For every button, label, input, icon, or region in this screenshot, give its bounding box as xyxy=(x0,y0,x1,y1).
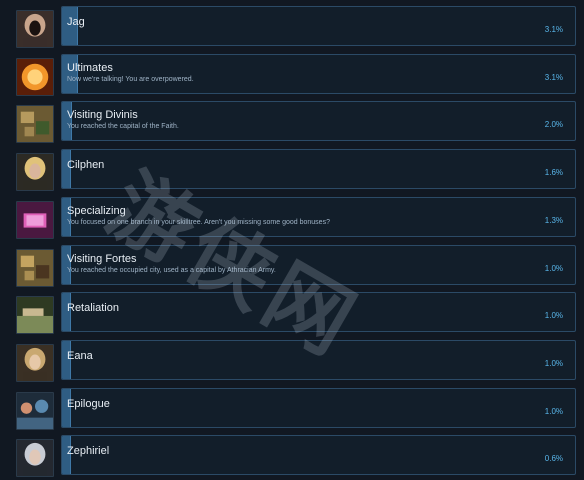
portrait-long-hair-icon xyxy=(16,343,54,382)
unlock-percent: 3.1% xyxy=(544,25,563,34)
achievement-row[interactable]: Visiting Fortes You reached the occupied … xyxy=(0,244,584,289)
achievement-title: Visiting Divinis xyxy=(67,109,138,122)
unlock-percent: 1.3% xyxy=(544,215,563,225)
fire-orb-icon xyxy=(16,57,54,96)
achievement-row[interactable]: Ultimates Now we're talking! You are over… xyxy=(0,53,584,98)
portrait-silver-hair-icon xyxy=(16,439,54,478)
achievement-panel: Cilphen 1.6% xyxy=(61,149,576,190)
achievement-description: You reached the capital of the Faith. xyxy=(67,123,179,131)
achievement-title: Cilphen xyxy=(67,159,105,172)
achievement-list: Jag 3.1% Ultimates Now we're talking! You … xyxy=(0,0,584,480)
group-portrait-icon xyxy=(16,391,54,430)
achievement-panel: Specializing You focused on one branch in… xyxy=(61,196,576,237)
achievement-title: Ultimates xyxy=(67,61,113,74)
achievement-title: Retaliation xyxy=(67,302,119,315)
achievement-row[interactable]: Zephiriel 0.6% xyxy=(0,435,584,479)
achievement-row[interactable]: Retaliation 1.0% xyxy=(0,292,584,336)
portrait-blonde-icon xyxy=(16,153,54,192)
unlock-percent: 2.0% xyxy=(544,120,563,130)
unlock-percent: 3.1% xyxy=(544,72,563,82)
achievement-row[interactable]: Visiting Divinis You reached the capital … xyxy=(0,101,584,145)
progress-fill xyxy=(62,102,72,141)
achievement-panel: Jag 3.1% xyxy=(61,6,576,46)
achievement-panel: Visiting Fortes You reached the occupied … xyxy=(61,244,576,285)
progress-fill xyxy=(62,54,78,93)
unlock-percent: 1.0% xyxy=(544,406,563,416)
achievement-description: You focused on one branch in your skillt… xyxy=(67,218,330,226)
achievement-row[interactable]: Epilogue 1.0% xyxy=(0,387,584,432)
achievement-title: Epilogue xyxy=(67,397,110,410)
achievement-panel: Epilogue 1.0% xyxy=(61,387,576,428)
city-map-icon xyxy=(16,248,54,287)
unlock-percent: 0.6% xyxy=(544,454,563,464)
progress-fill xyxy=(62,245,71,284)
portrait-dark-hair-icon xyxy=(16,10,54,48)
achievement-row[interactable]: Jag 3.1% xyxy=(0,6,584,50)
achievement-title: Zephiriel xyxy=(67,445,110,458)
achievement-title: Specializing xyxy=(67,204,126,217)
unlock-percent: 1.0% xyxy=(544,263,563,273)
achievement-row[interactable]: Eana 1.0% xyxy=(0,339,584,384)
achievement-row[interactable]: Cilphen 1.6% xyxy=(0,149,584,193)
achievement-description: Now we're talking! You are overpowered. xyxy=(67,75,194,83)
achievement-panel: Ultimates Now we're talking! You are over… xyxy=(61,53,576,94)
achievement-title: Visiting Fortes xyxy=(67,252,137,265)
progress-fill xyxy=(62,197,71,236)
unlock-percent: 1.6% xyxy=(544,168,563,178)
achievement-panel: Eana 1.0% xyxy=(61,339,576,380)
achievement-row[interactable]: Specializing You focused on one branch in… xyxy=(0,196,584,241)
unlock-percent: 1.0% xyxy=(544,358,563,368)
spellbook-icon xyxy=(16,200,54,239)
city-map-icon xyxy=(16,105,54,144)
landscape-icon xyxy=(16,296,54,335)
achievement-panel: Visiting Divinis You reached the capital … xyxy=(61,101,576,142)
achievement-title: Jag xyxy=(67,16,85,28)
achievement-title: Eana xyxy=(67,349,93,362)
achievement-panel: Zephiriel 0.6% xyxy=(61,435,576,476)
achievement-description: You reached the occupied city, used as a… xyxy=(67,266,276,274)
unlock-percent: 1.0% xyxy=(544,311,563,321)
achievement-panel: Retaliation 1.0% xyxy=(61,292,576,333)
